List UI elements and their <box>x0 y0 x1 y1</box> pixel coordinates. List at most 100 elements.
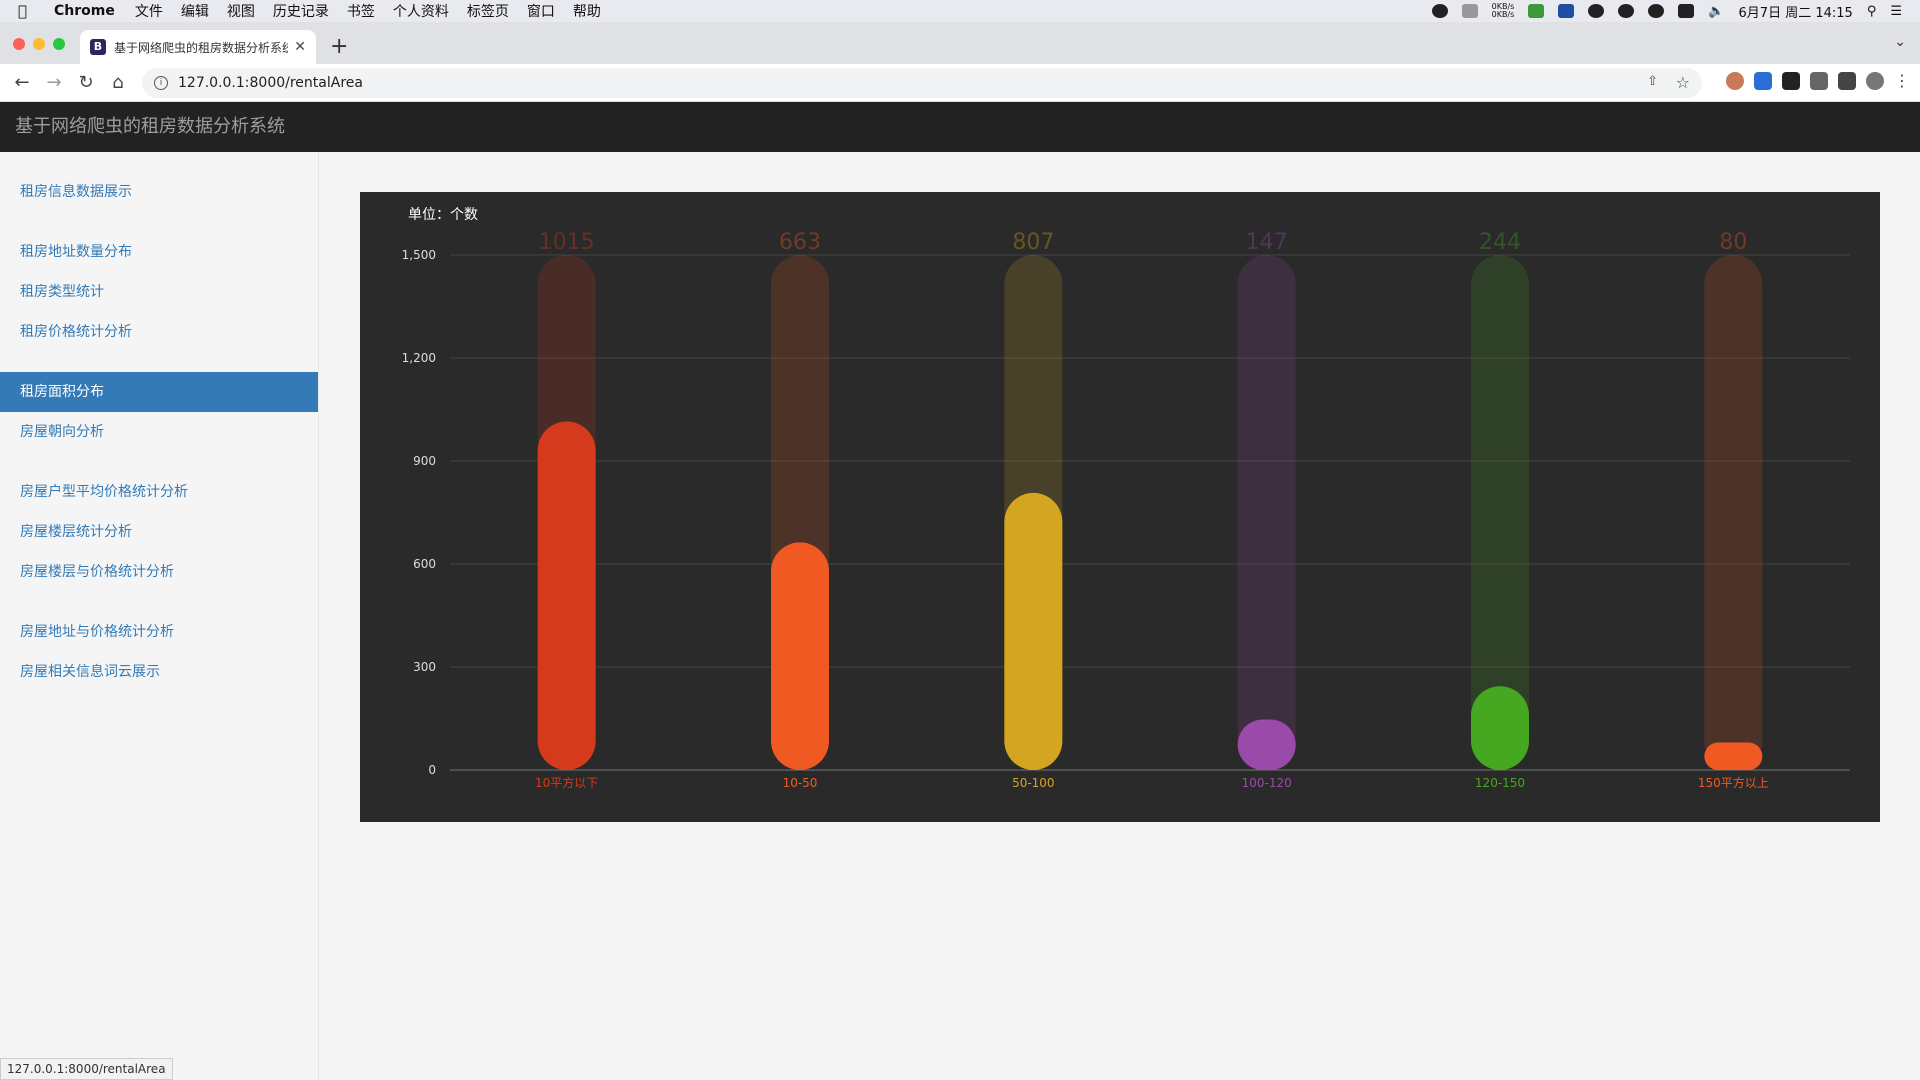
sidebar-item-wordcloud[interactable]: 房屋相关信息词云展示 <box>0 652 318 692</box>
reload-icon[interactable]: ↻ <box>70 72 102 93</box>
volume-icon[interactable]: 🔈 <box>1708 4 1724 19</box>
x-tick-label: 50-100 <box>1012 776 1055 790</box>
bar-background <box>1704 255 1763 770</box>
m-logo-icon[interactable] <box>1558 4 1575 18</box>
share-icon[interactable]: ⇧ <box>1647 74 1658 89</box>
menubar-item-bookmarks[interactable]: 书签 <box>347 1 375 21</box>
sidebar-item-type-stats[interactable]: 租房类型统计 <box>0 272 318 312</box>
menubar-item-window[interactable]: 窗口 <box>527 1 555 21</box>
menubar-item-file[interactable]: 文件 <box>135 1 163 21</box>
net-down: 0KB/s <box>1491 10 1515 19</box>
menubar-app-name[interactable]: Chrome <box>54 3 115 19</box>
x-tick-label: 150平方以上 <box>1698 775 1769 790</box>
sidebar-item-address-price[interactable]: 房屋地址与价格统计分析 <box>0 612 318 652</box>
bar-value-label: 147 <box>1246 230 1288 255</box>
window-close-button[interactable] <box>13 38 25 50</box>
bar-value-label: 244 <box>1479 230 1521 255</box>
spotlight-search-icon[interactable]: ⚲ <box>1867 4 1877 19</box>
sidebar-item-orientation[interactable]: 房屋朝向分析 <box>0 412 318 452</box>
bar <box>1471 686 1529 770</box>
os-menubar:  Chrome 文件 编辑 视图 历史记录 书签 个人资料 标签页 窗口 帮助… <box>0 0 1920 22</box>
sidebar-item-area-distribution[interactable]: 租房面积分布 <box>0 372 318 412</box>
y-tick-label: 0 <box>428 763 436 777</box>
sidebar-group: 房屋地址与价格统计分析 房屋相关信息词云展示 <box>0 612 318 692</box>
address-bar[interactable]: i 127.0.0.1:8000/rentalArea ⇧ ☆ <box>142 68 1702 98</box>
bar-value-label: 80 <box>1719 230 1747 255</box>
sidebar-item-price-stats[interactable]: 租房价格统计分析 <box>0 312 318 352</box>
x-tick-label: 120-150 <box>1475 776 1525 790</box>
chart-panel: 单位：个数 0 300 600 900 1,200 1,500 1015 10平方以下 663 1… <box>360 192 1880 822</box>
input-method-icon[interactable] <box>1678 4 1695 18</box>
y-tick-label: 1,500 <box>402 248 436 262</box>
new-tab-button[interactable]: + <box>330 34 348 59</box>
browser-toolbar: ← → ↻ ⌂ i 127.0.0.1:8000/rentalArea ⇧ ☆ … <box>0 64 1920 102</box>
y-tick-label: 300 <box>413 660 436 674</box>
url-text[interactable]: 127.0.0.1:8000/rentalArea <box>178 75 363 91</box>
chrome-menu-icon[interactable]: ⋮ <box>1894 72 1910 90</box>
site-info-icon[interactable]: i <box>154 76 168 90</box>
x-tick-label: 100-120 <box>1242 776 1292 790</box>
menubar-item-help[interactable]: 帮助 <box>573 1 601 21</box>
apple-icon[interactable]:  <box>18 3 34 19</box>
x-tick-label: 10平方以下 <box>535 775 598 790</box>
cat-icon[interactable] <box>1461 4 1478 18</box>
bar-value-label: 1015 <box>539 230 595 255</box>
sidebar: 租房信息数据展示 租房地址数量分布 租房类型统计 租房价格统计分析 租房面积分布… <box>0 152 319 1080</box>
signal-icon[interactable] <box>1528 4 1545 18</box>
extensions-puzzle-icon[interactable] <box>1810 72 1828 90</box>
menubar-item-edit[interactable]: 编辑 <box>181 1 209 21</box>
bar <box>771 542 829 770</box>
chat-icon[interactable] <box>1618 4 1635 18</box>
bar <box>1704 742 1763 770</box>
sidebar-group: 房屋户型平均价格统计分析 房屋楼层统计分析 房屋楼层与价格统计分析 <box>0 472 318 592</box>
y-tick-label: 600 <box>413 557 436 571</box>
status-bar-url: 127.0.0.1:8000/rentalArea <box>0 1058 173 1080</box>
favicon-icon: B <box>90 39 106 55</box>
extension-mask-icon[interactable] <box>1782 72 1800 90</box>
window-zoom-button[interactable] <box>53 38 65 50</box>
bar <box>1004 492 1063 770</box>
sidebar-item-address-distribution[interactable]: 租房地址数量分布 <box>0 232 318 272</box>
vpn-icon[interactable] <box>1588 4 1605 18</box>
y-tick-label: 1,200 <box>402 351 436 365</box>
back-arrow-icon[interactable]: ← <box>6 72 38 93</box>
home-icon[interactable]: ⌂ <box>102 72 134 93</box>
sidebar-item-floor-price[interactable]: 房屋楼层与价格统计分析 <box>0 552 318 592</box>
window-minimize-button[interactable] <box>33 38 45 50</box>
tab-close-icon[interactable]: ✕ <box>294 39 306 55</box>
browser-tab-strip: B 基于网络爬虫的租房数据分析系统 ✕ + ⌄ <box>0 22 1920 64</box>
menubar-item-view[interactable]: 视图 <box>227 1 255 21</box>
tab-search-chevron-icon[interactable]: ⌄ <box>1894 34 1906 50</box>
datetime[interactable]: 6月7日 周二 14:15 <box>1739 2 1853 21</box>
bar-value-label: 807 <box>1012 230 1054 255</box>
sidebar-group: 租房面积分布 房屋朝向分析 <box>0 372 318 452</box>
bookmark-star-icon[interactable]: ☆ <box>1676 73 1690 92</box>
bar-value-label: 663 <box>779 230 821 255</box>
forward-arrow-icon[interactable]: → <box>38 72 70 93</box>
browser-tab[interactable]: B 基于网络爬虫的租房数据分析系统 ✕ <box>80 30 316 64</box>
sidebar-group: 租房信息数据展示 <box>0 172 318 212</box>
menubar-item-tab[interactable]: 标签页 <box>467 1 509 21</box>
profile-icon[interactable] <box>1866 72 1884 90</box>
record-icon[interactable] <box>1431 4 1448 18</box>
menubar-item-history[interactable]: 历史记录 <box>273 1 329 21</box>
sidebar-group: 租房地址数量分布 租房类型统计 租房价格统计分析 <box>0 232 318 352</box>
x-tick-label: 10-50 <box>783 776 818 790</box>
bar-chart: 0 300 600 900 1,200 1,500 1015 10平方以下 663 10-50 80… <box>402 230 1850 790</box>
extension-avatar-icon[interactable] <box>1726 72 1744 90</box>
net-speed: 0KB/s 0KB/s <box>1492 3 1515 19</box>
bar <box>1237 719 1296 770</box>
app-navbar-title[interactable]: 基于网络爬虫的租房数据分析系统 <box>0 102 1920 152</box>
y-tick-label: 900 <box>413 454 436 468</box>
menubar-item-profiles[interactable]: 个人资料 <box>393 1 449 21</box>
side-panel-icon[interactable] <box>1838 72 1856 90</box>
sidebar-item-rental-info[interactable]: 租房信息数据展示 <box>0 172 318 212</box>
extensions-area: ⋮ <box>1726 72 1910 90</box>
menubar-status-area: 0KB/s 0KB/s 🔈 6月7日 周二 14:15 ⚲ ☰ <box>1431 0 1902 22</box>
sidebar-item-layout-avg-price[interactable]: 房屋户型平均价格统计分析 <box>0 472 318 512</box>
control-center-icon[interactable]: ☰ <box>1890 4 1902 19</box>
tab-title: 基于网络爬虫的租房数据分析系统 <box>114 40 289 55</box>
wechat-icon[interactable] <box>1648 4 1665 18</box>
sidebar-item-floor-stats[interactable]: 房屋楼层统计分析 <box>0 512 318 552</box>
extension-layers-icon[interactable] <box>1754 72 1772 90</box>
